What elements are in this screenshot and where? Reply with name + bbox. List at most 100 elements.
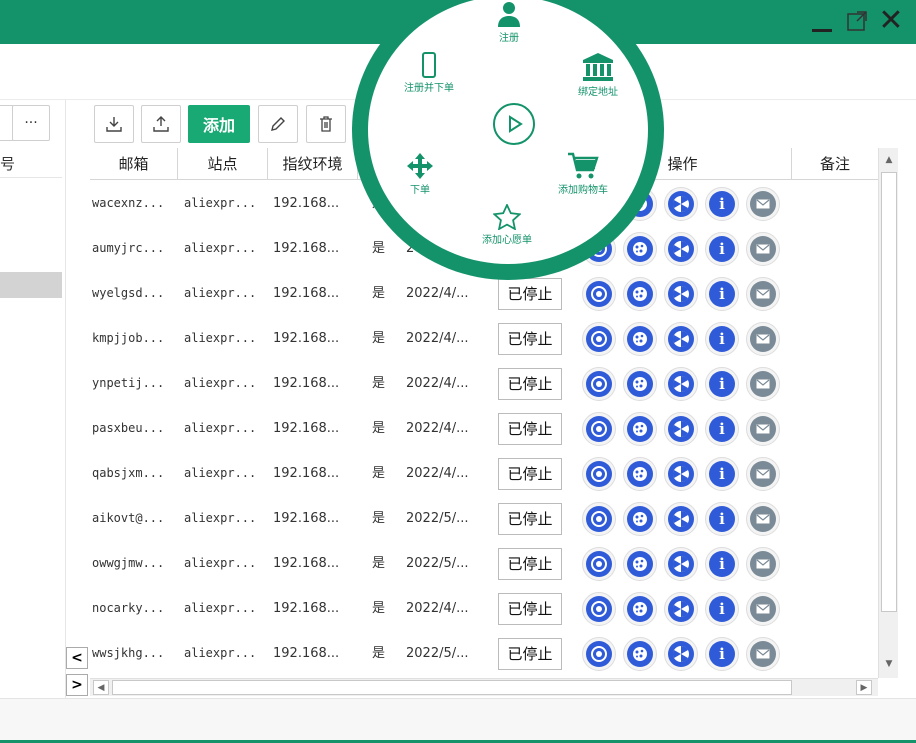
mail-icon[interactable]	[746, 637, 780, 671]
browser-icon[interactable]	[582, 502, 616, 536]
radial-item-bind-address[interactable]: 绑定地址	[578, 52, 618, 98]
proxy-icon[interactable]	[664, 547, 698, 581]
status-button[interactable]: 已停止	[498, 413, 562, 445]
add-button[interactable]: 添加	[188, 105, 250, 143]
browser-icon[interactable]	[582, 412, 616, 446]
minimize-button[interactable]	[806, 6, 836, 36]
proxy-icon[interactable]	[664, 412, 698, 446]
mail-icon[interactable]	[746, 277, 780, 311]
edit-button[interactable]	[258, 105, 298, 143]
column-header-remark[interactable]: 备注	[792, 148, 878, 180]
browser-icon[interactable]	[582, 592, 616, 626]
radial-item-add-wishlist[interactable]: 添加心愿单	[482, 204, 532, 246]
mail-icon[interactable]	[746, 232, 780, 266]
popout-button[interactable]	[842, 6, 872, 36]
proxy-icon[interactable]	[664, 457, 698, 491]
table-row[interactable]: pasxbeu... aliexpr... 192.168... 是 2022/4/..…	[90, 406, 878, 451]
status-button[interactable]: 已停止	[498, 368, 562, 400]
proxy-icon[interactable]	[664, 187, 698, 221]
close-button[interactable]: ✕	[876, 6, 906, 36]
radial-item-register[interactable]: 注册	[497, 0, 521, 44]
table-row[interactable]: owwgjmw... aliexpr... 192.168... 是 2022/5/..…	[90, 541, 878, 586]
mail-icon[interactable]	[746, 547, 780, 581]
cookie-icon[interactable]	[623, 277, 657, 311]
radial-item-add-cart[interactable]: 添加购物车	[558, 152, 608, 196]
info-icon[interactable]: i	[705, 232, 739, 266]
status-button[interactable]: 已停止	[498, 503, 562, 535]
mail-icon[interactable]	[746, 412, 780, 446]
info-icon[interactable]: i	[705, 502, 739, 536]
selected-row[interactable]	[0, 272, 62, 298]
export-button[interactable]	[141, 105, 181, 143]
proxy-icon[interactable]	[664, 232, 698, 266]
info-icon[interactable]: i	[705, 412, 739, 446]
expand-right-button[interactable]: >	[66, 674, 88, 696]
cookie-icon[interactable]	[623, 637, 657, 671]
cookie-icon[interactable]	[623, 322, 657, 356]
info-icon[interactable]: i	[705, 367, 739, 401]
mail-icon[interactable]	[746, 367, 780, 401]
more-button[interactable]: ···	[12, 105, 50, 141]
status-button[interactable]: 已停止	[498, 458, 562, 490]
browser-icon[interactable]	[582, 457, 616, 491]
column-header-site[interactable]: 站点	[178, 148, 268, 180]
mail-icon[interactable]	[746, 187, 780, 221]
info-icon[interactable]: i	[705, 592, 739, 626]
proxy-icon[interactable]	[664, 637, 698, 671]
table-row[interactable]: kmpjjob... aliexpr... 192.168... 是 2022/4/..…	[90, 316, 878, 361]
status-button[interactable]: 已停止	[498, 638, 562, 670]
collapse-left-button[interactable]: <	[66, 647, 88, 669]
import-button[interactable]	[94, 105, 134, 143]
table-row[interactable]: nocarky... aliexpr... 192.168... 是 2022/4/..…	[90, 586, 878, 631]
browser-icon[interactable]	[582, 547, 616, 581]
scroll-up-arrow-icon[interactable]: ▲	[881, 152, 897, 168]
vertical-scroll-thumb[interactable]	[881, 172, 897, 612]
info-icon[interactable]: i	[705, 277, 739, 311]
cookie-icon[interactable]	[623, 592, 657, 626]
proxy-icon[interactable]	[664, 502, 698, 536]
table-row[interactable]: aikovt@... aliexpr... 192.168... 是 2022/5/..…	[90, 496, 878, 541]
table-row[interactable]: ynpetij... aliexpr... 192.168... 是 2022/4/..…	[90, 361, 878, 406]
radial-item-register-order[interactable]: 注册并下单	[404, 52, 454, 94]
horizontal-scrollbar[interactable]: ◀ ▶	[90, 678, 878, 696]
cookie-icon[interactable]	[623, 367, 657, 401]
info-icon[interactable]: i	[705, 457, 739, 491]
column-header-env[interactable]: 指纹环境	[268, 148, 358, 180]
table-row[interactable]: qabsjxm... aliexpr... 192.168... 是 2022/4/..…	[90, 451, 878, 496]
cookie-icon[interactable]	[623, 412, 657, 446]
delete-button[interactable]	[306, 105, 346, 143]
info-icon[interactable]: i	[705, 547, 739, 581]
download-tray-icon	[106, 117, 122, 132]
scroll-right-arrow-icon[interactable]: ▶	[856, 680, 872, 695]
horizontal-scroll-thumb[interactable]	[112, 680, 792, 695]
status-button[interactable]: 已停止	[498, 548, 562, 580]
table-row[interactable]: wwsjkhg... aliexpr... 192.168... 是 2022/5/..…	[90, 631, 878, 676]
browser-icon[interactable]	[582, 637, 616, 671]
mail-icon[interactable]	[746, 592, 780, 626]
info-icon[interactable]: i	[705, 637, 739, 671]
radial-item-order[interactable]: 下单	[406, 152, 434, 196]
mail-icon[interactable]	[746, 322, 780, 356]
column-header-email[interactable]: 邮箱	[90, 148, 178, 180]
status-button[interactable]: 已停止	[498, 323, 562, 355]
proxy-icon[interactable]	[664, 277, 698, 311]
cookie-icon[interactable]	[623, 502, 657, 536]
info-icon[interactable]: i	[705, 322, 739, 356]
status-button[interactable]: 已停止	[498, 278, 562, 310]
scroll-down-arrow-icon[interactable]: ▼	[881, 656, 897, 672]
vertical-scrollbar[interactable]: ▲ ▼	[878, 148, 898, 678]
radial-center-play-button[interactable]	[493, 103, 535, 145]
scroll-left-arrow-icon[interactable]: ◀	[93, 680, 109, 695]
proxy-icon[interactable]	[664, 367, 698, 401]
mail-icon[interactable]	[746, 457, 780, 491]
cookie-icon[interactable]	[623, 547, 657, 581]
proxy-icon[interactable]	[664, 322, 698, 356]
browser-icon[interactable]	[582, 277, 616, 311]
cookie-icon[interactable]	[623, 457, 657, 491]
browser-icon[interactable]	[582, 367, 616, 401]
status-button[interactable]: 已停止	[498, 593, 562, 625]
browser-icon[interactable]	[582, 322, 616, 356]
mail-icon[interactable]	[746, 502, 780, 536]
proxy-icon[interactable]	[664, 592, 698, 626]
info-icon[interactable]: i	[705, 187, 739, 221]
